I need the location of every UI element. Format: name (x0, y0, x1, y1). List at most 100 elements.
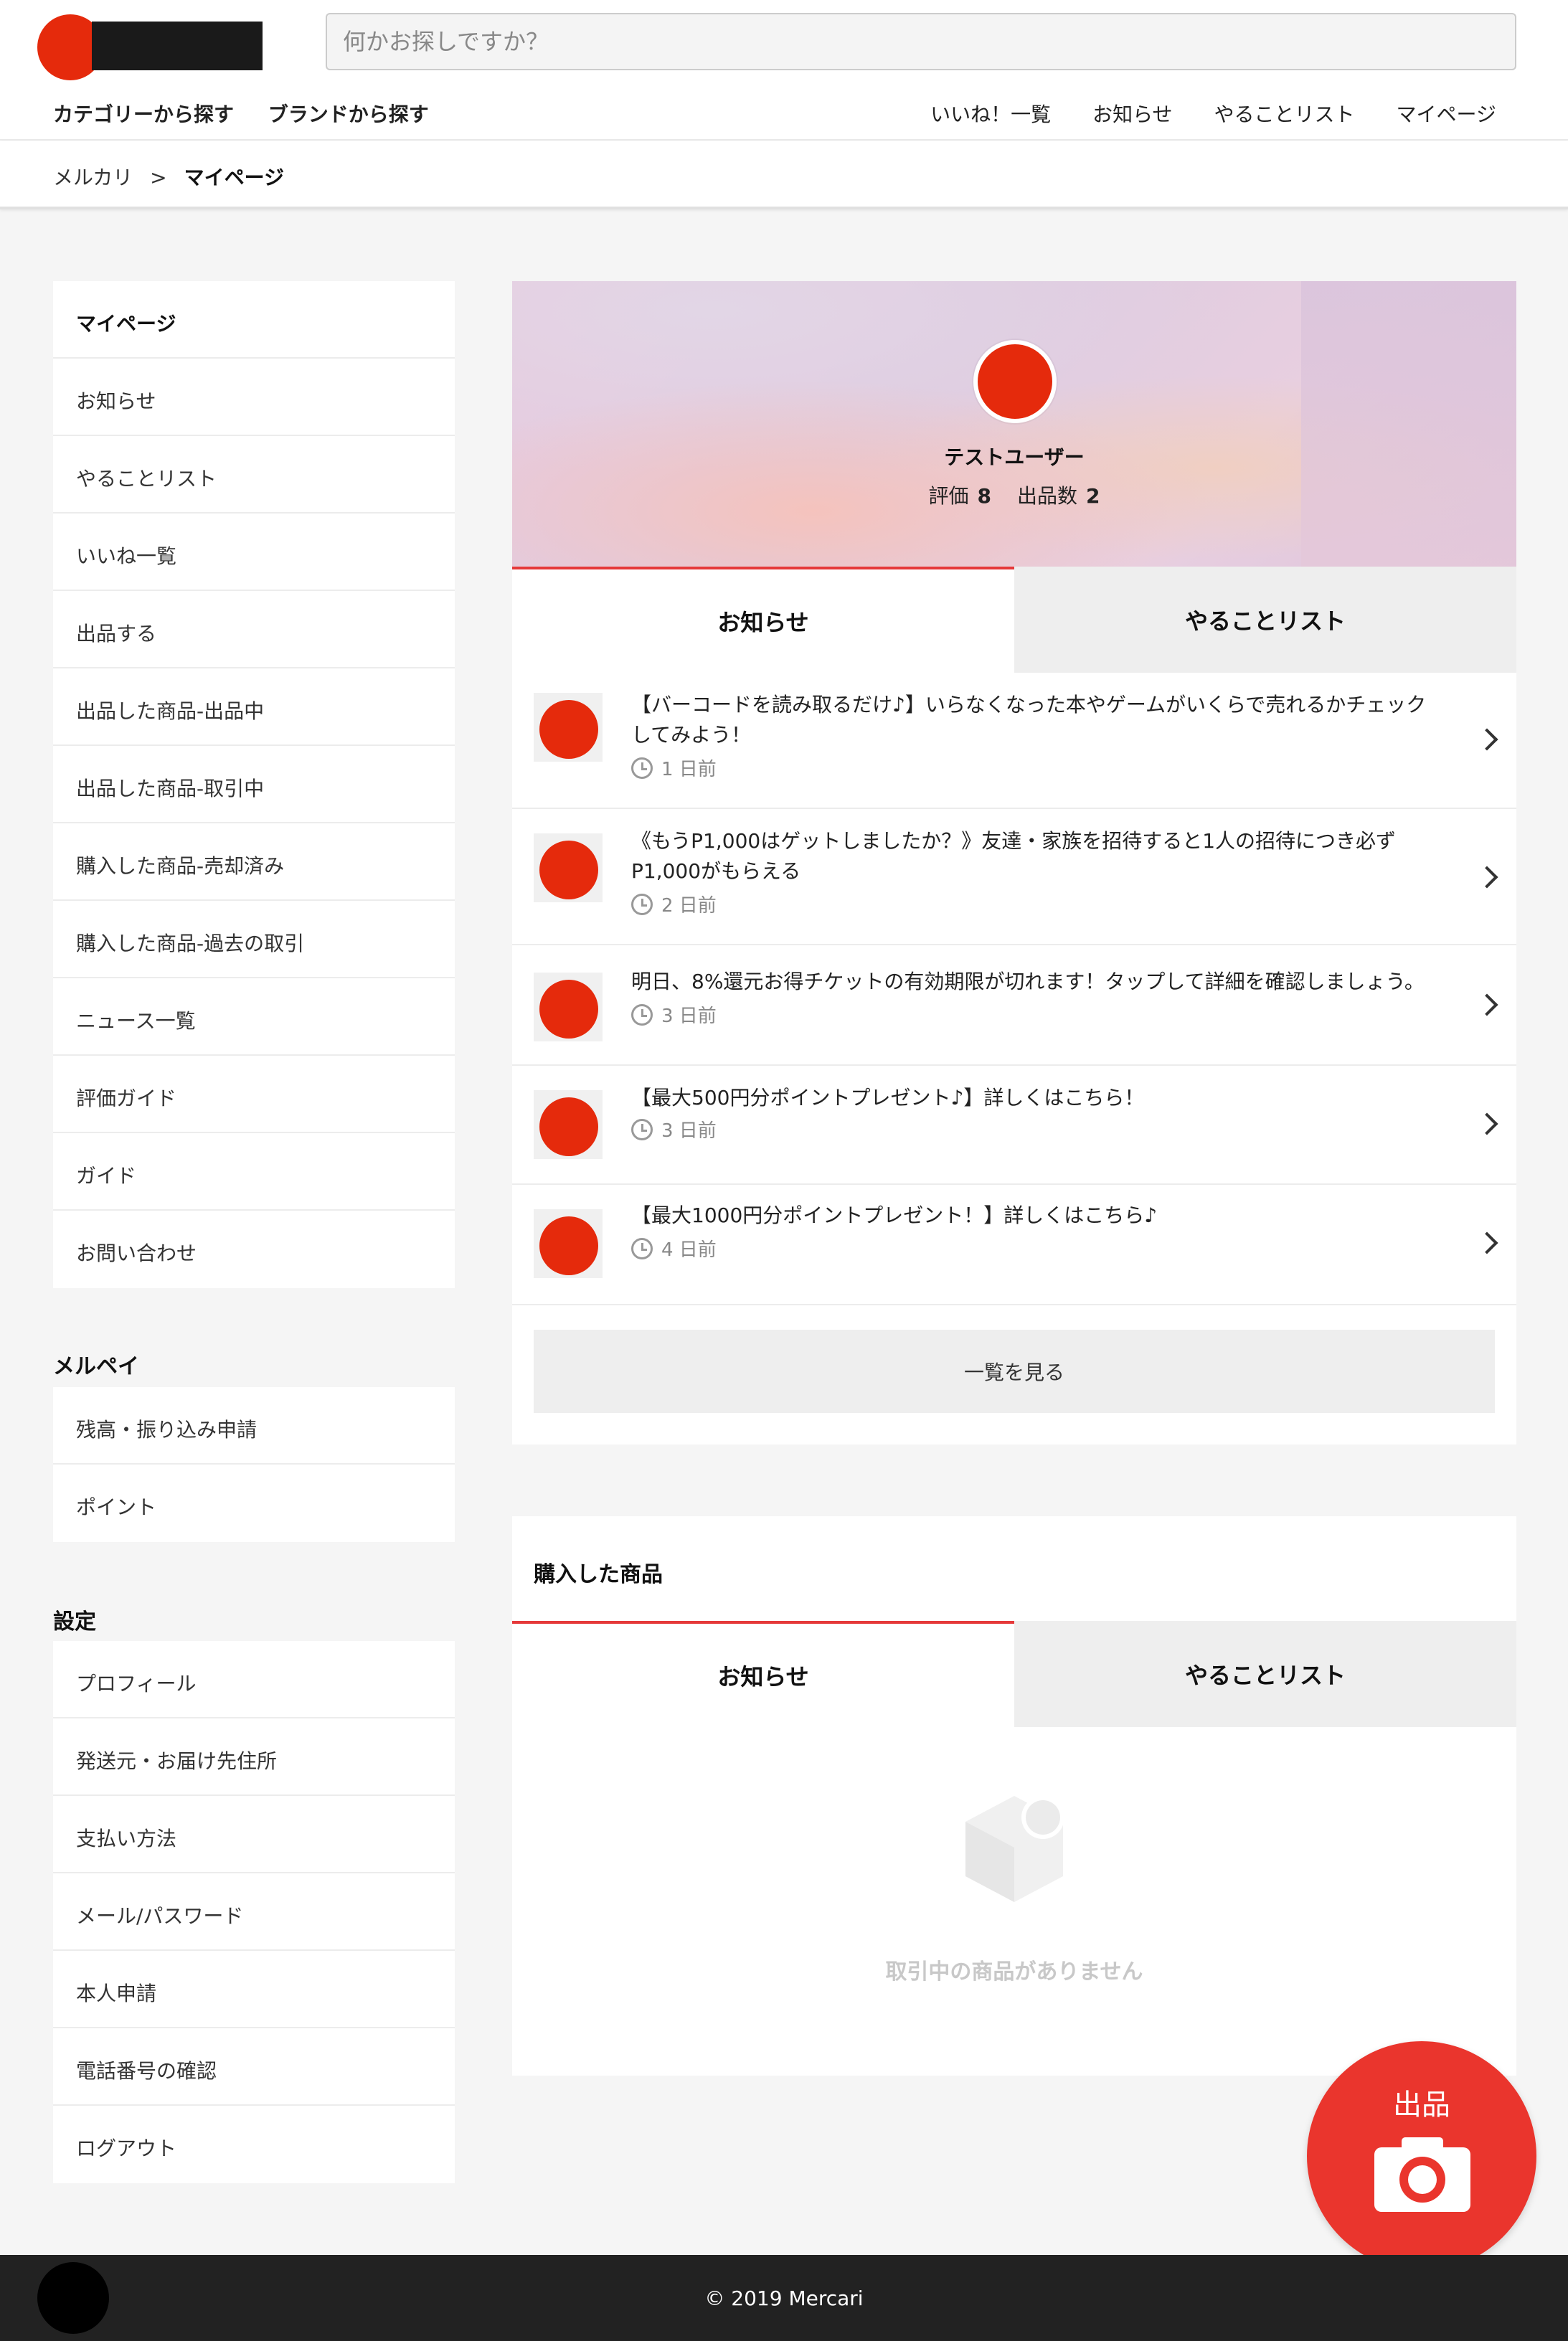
sidebar-item-notices[interactable]: お知らせ (53, 359, 455, 436)
browse-by-brand-link[interactable]: ブランドから探す (268, 103, 429, 126)
notice-time: 3 日前 (631, 1116, 717, 1143)
clock-icon (631, 1118, 653, 1140)
clock-icon (631, 757, 653, 779)
sidebar-item-email-password[interactable]: メール/パスワード (53, 1873, 455, 1951)
notice-item[interactable]: 【バーコードを読み取るだけ♪】いらなくなった本やゲームがいくらで売れるかチェック… (512, 673, 1516, 809)
sell-fab-label: 出品 (1393, 2089, 1450, 2122)
notice-thumbnail (534, 1209, 603, 1278)
sidebar-item-purchased-past[interactable]: 購入した商品-過去の取引 (53, 901, 455, 978)
sidebar-item-news[interactable]: ニュース一覧 (53, 978, 455, 1056)
header: カテゴリーから探す ブランドから探す いいね！一覧 お知らせ やることリスト マ… (0, 0, 1568, 141)
notice-text: 【最大1000円分ポイントプレゼント！】詳しくはこちら♪ (631, 1203, 1158, 1227)
search-input[interactable] (326, 13, 1516, 70)
top-nav: いいね！一覧 お知らせ やることリスト マイページ (930, 99, 1496, 128)
sidebar-item-rating-guide[interactable]: 評価ガイド (53, 1056, 455, 1133)
sidebar-item-phone[interactable]: 電話番号の確認 (53, 2028, 455, 2106)
notice-time: 4 日前 (631, 1235, 717, 1262)
category-nav: カテゴリーから探す ブランドから探す (53, 99, 456, 128)
notice-text: 【バーコードを読み取るだけ♪】いらなくなった本やゲームがいくらで売れるかチェック… (631, 693, 1427, 747)
notice-thumbnail (534, 973, 603, 1041)
chevron-right-icon (1475, 1231, 1498, 1254)
profile-tabs: お知らせ やることリスト (512, 567, 1516, 673)
chevron-right-icon (1475, 1112, 1498, 1135)
sidebar-item-mypage[interactable]: マイページ (53, 281, 455, 359)
notice-item[interactable]: 【最大1000円分ポイントプレゼント！】詳しくはこちら♪ 4 日前 (512, 1185, 1516, 1305)
nav-todo[interactable]: やることリスト (1214, 99, 1355, 128)
sidebar-item-contact[interactable]: お問い合わせ (53, 1211, 455, 1288)
sidebar-item-guide[interactable]: ガイド (53, 1133, 455, 1211)
cover-overlay (1301, 281, 1516, 568)
notice-item[interactable]: 【最大500円分ポイントプレゼント♪】詳しくはこちら！ 3 日前 (512, 1066, 1516, 1185)
tab-purchased-todo[interactable]: やることリスト (1014, 1621, 1516, 1727)
breadcrumb-root[interactable]: メルカリ (53, 166, 133, 189)
breadcrumb-separator: > (150, 166, 167, 189)
empty-box-icon (965, 1796, 1064, 1902)
clock-icon (631, 893, 653, 915)
rating-value: 8 (977, 484, 991, 508)
camera-icon (1374, 2137, 1470, 2212)
sell-fab-button[interactable]: 出品 (1307, 2041, 1536, 2271)
empty-message: 取引中の商品がありません (885, 1959, 1143, 1985)
browse-by-category-link[interactable]: カテゴリーから探す (53, 103, 234, 126)
notice-time-text: 2 日前 (661, 895, 717, 917)
listings-value: 2 (1086, 484, 1100, 508)
username: テストユーザー (944, 445, 1085, 469)
sidebar-item-address[interactable]: 発送元・お届け先住所 (53, 1718, 455, 1796)
chevron-right-icon (1475, 728, 1498, 751)
rating-label: 評価 (928, 484, 969, 508)
listings-label: 出品数 (1017, 484, 1078, 508)
chevron-right-icon (1475, 993, 1498, 1016)
breadcrumb: メルカリ > マイページ (0, 141, 1568, 209)
notice-time: 1 日前 (631, 755, 717, 781)
tab-purchased-notices[interactable]: お知らせ (512, 1621, 1014, 1727)
nav-likes[interactable]: いいね！一覧 (930, 99, 1051, 128)
clock-icon (631, 1237, 653, 1259)
merpay-heading: メルペイ (53, 1354, 139, 1379)
sidebar-item-identity[interactable]: 本人申請 (53, 1951, 455, 2028)
notice-time: 2 日前 (631, 891, 717, 917)
user-stats: 評価 8 出品数 2 (512, 481, 1516, 509)
notice-time: 3 日前 (631, 1001, 717, 1028)
sidebar-item-payment[interactable]: 支払い方法 (53, 1796, 455, 1873)
sidebar-item-listed-trading[interactable]: 出品した商品-取引中 (53, 746, 455, 823)
nav-mypage[interactable]: マイページ (1397, 99, 1496, 128)
notice-item[interactable]: 明日、8%還元お得チケットの有効期限が切れます！タップして詳細を確認しましょう。… (512, 945, 1516, 1066)
notice-text: 【最大500円分ポイントプレゼント♪】詳しくはこちら！ (631, 1086, 1145, 1110)
sidebar-item-sell[interactable]: 出品する (53, 591, 455, 668)
sidebar-merpay: 残高・振り込み申請 ポイント (53, 1387, 455, 1542)
notice-time-text: 3 日前 (661, 1120, 717, 1142)
nav-notices[interactable]: お知らせ (1092, 99, 1172, 128)
sidebar-mypage: マイページ お知らせ やることリスト いいね一覧 出品する 出品した商品-出品中… (53, 281, 455, 1288)
tab-todo[interactable]: やることリスト (1014, 567, 1516, 673)
notice-time-text: 4 日前 (661, 1239, 717, 1261)
purchased-card: 購入した商品 お知らせ やることリスト 取引中の商品がありません (512, 1516, 1516, 2076)
notice-time-text: 3 日前 (661, 1006, 717, 1027)
sidebar-item-todo[interactable]: やることリスト (53, 436, 455, 514)
sidebar-item-listed-selling[interactable]: 出品した商品-出品中 (53, 668, 455, 746)
breadcrumb-current: マイページ (184, 166, 285, 189)
notice-text: 明日、8%還元お得チケットの有効期限が切れます！タップして詳細を確認しましょう。 (631, 970, 1425, 993)
profile-cover-image (512, 281, 1516, 568)
notice-thumbnail (534, 1090, 603, 1159)
tab-notices[interactable]: お知らせ (512, 567, 1014, 673)
notice-thumbnail (534, 833, 603, 902)
sidebar-item-purchased-sold[interactable]: 購入した商品-売却済み (53, 823, 455, 901)
sidebar-item-balance[interactable]: 残高・振り込み申請 (53, 1387, 455, 1465)
copyright: © 2019 Mercari (704, 2286, 864, 2310)
notice-text: 《もうP1,000はゲットしましたか？》友達・家族を招待すると1人の招待につき必… (631, 829, 1397, 883)
see-all-button[interactable]: 一覧を見る (534, 1330, 1495, 1413)
chevron-right-icon (1475, 866, 1498, 889)
sidebar-item-logout[interactable]: ログアウト (53, 2106, 455, 2183)
profile-card: テストユーザー 評価 8 出品数 2 お知らせ やることリスト 【バーコードを読み取る… (512, 281, 1516, 1444)
footer: © 2019 Mercari (0, 2255, 1568, 2341)
clock-icon (631, 1003, 653, 1026)
avatar[interactable] (973, 340, 1057, 423)
sidebar-item-points[interactable]: ポイント (53, 1465, 455, 1542)
purchased-title: 購入した商品 (534, 1562, 663, 1587)
notice-thumbnail (534, 693, 603, 762)
sidebar-item-profile[interactable]: プロフィール (53, 1641, 455, 1718)
notice-item[interactable]: 《もうP1,000はゲットしましたか？》友達・家族を招待すると1人の招待につき必… (512, 809, 1516, 945)
logo-redacted (92, 22, 263, 70)
sidebar-item-likes[interactable]: いいね一覧 (53, 514, 455, 591)
notice-time-text: 1 日前 (661, 759, 717, 780)
